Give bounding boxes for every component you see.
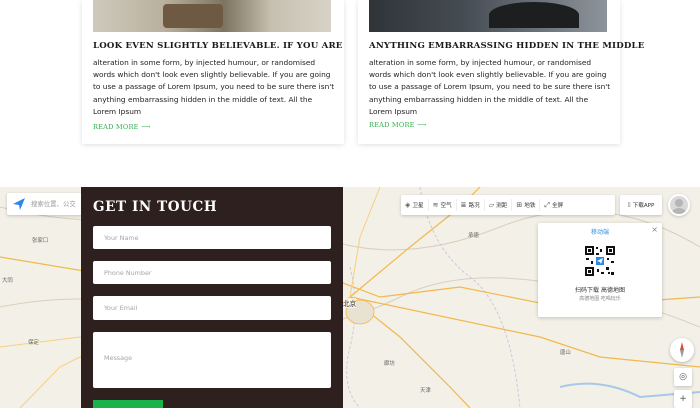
amap-logo-icon	[13, 198, 25, 210]
blog-card: ANYTHING EMBARRASSING HIDDEN IN THE MIDD…	[358, 0, 644, 144]
ruler-icon: ▱	[488, 201, 495, 209]
page: LOOK EVEN SLIGHTLY BELIEVABLE. IF YOU AR…	[0, 0, 700, 408]
map-city-label: 承德	[468, 233, 479, 239]
map-tool-satellite[interactable]: ◈ 卫星	[401, 199, 429, 211]
qr-panel-line2: 高德地图 吃喝玩乐	[579, 296, 621, 302]
zoom-in-button[interactable]: +	[674, 390, 692, 408]
blog-card: LOOK EVEN SLIGHTLY BELIEVABLE. IF YOU AR…	[82, 0, 344, 144]
contact-form-panel: GET IN TOUCH	[81, 187, 343, 408]
blog-card-image[interactable]	[93, 0, 331, 32]
map-tool-air[interactable]: ≋ 空气	[429, 199, 457, 211]
locate-button[interactable]: ◎	[674, 368, 692, 386]
qr-code-icon	[584, 245, 616, 277]
avatar[interactable]	[668, 194, 690, 216]
blog-card-excerpt: alteration in some form, by injected hum…	[93, 58, 335, 116]
map-city-label: 保定	[28, 340, 39, 346]
fullscreen-icon: ⤢	[544, 200, 551, 209]
phone-input[interactable]	[93, 261, 331, 284]
close-icon[interactable]: ×	[651, 225, 658, 234]
blog-card-excerpt: alteration in some form, by injected hum…	[369, 58, 611, 116]
map-tool-measure[interactable]: ▱ 测距	[485, 199, 513, 211]
map-city-label: 北京	[343, 298, 357, 308]
blog-card-image[interactable]	[369, 0, 607, 32]
qr-download-panel: 移动端 × 扫码下载 高德地图 高德地图 吃喝玩乐	[538, 223, 662, 317]
map-city-label: 大同	[2, 278, 13, 284]
qr-panel-title[interactable]: 移动端	[538, 227, 662, 236]
map-tool-label: 全屏	[552, 203, 564, 209]
submit-button[interactable]	[93, 400, 163, 408]
name-input[interactable]	[93, 226, 331, 249]
qr-panel-line1: 扫码下载 高德地图	[575, 287, 625, 294]
compass-icon[interactable]	[670, 338, 694, 362]
phone-icon: ▯	[627, 202, 631, 208]
map-tool-label: 卫星	[412, 203, 424, 209]
map-search-placeholder: 搜索位置、公交	[31, 200, 76, 208]
read-more-link[interactable]: READ MORE ⟶	[93, 123, 151, 131]
map-tool-label: 空气	[440, 203, 452, 209]
map-city-label: 唐山	[560, 350, 571, 356]
map-tool-subway[interactable]: ⊞ 地铁	[512, 199, 541, 211]
download-app-button[interactable]: ▯ 下载APP	[620, 195, 662, 215]
map-tool-label: 路况	[468, 203, 480, 209]
subway-icon: ⊞	[516, 201, 523, 209]
map-toolbar: ◈ 卫星 ≋ 空气 ≣ 路况 ▱ 测距 ⊞ 地铁 ⤢ 全屏	[401, 195, 615, 215]
blog-card-title[interactable]: ANYTHING EMBARRASSING HIDDEN IN THE MIDD…	[369, 41, 644, 51]
map-tool-label: 地铁	[524, 203, 536, 209]
map-tool-fullscreen[interactable]: ⤢ 全屏	[540, 199, 567, 211]
read-more-link[interactable]: READ MORE ⟶	[369, 121, 427, 129]
satellite-icon: ◈	[405, 201, 411, 209]
contact-title: GET IN TOUCH	[93, 199, 218, 215]
locate-icon: ◎	[679, 372, 687, 382]
map-city-label: 天津	[420, 388, 431, 394]
download-app-label: 下载APP	[632, 203, 655, 209]
message-textarea[interactable]	[93, 332, 331, 388]
layers-icon: ≣	[460, 201, 467, 209]
plus-icon: +	[679, 394, 687, 404]
map-search-box[interactable]: 搜索位置、公交	[7, 193, 83, 215]
map-city-label: 张家口	[32, 238, 49, 244]
map-city-label: 廊坊	[384, 361, 395, 367]
email-input[interactable]	[93, 296, 331, 320]
blog-card-title[interactable]: LOOK EVEN SLIGHTLY BELIEVABLE. IF YOU AR…	[93, 41, 342, 51]
air-icon: ≋	[432, 201, 439, 209]
map-tool-label: 测距	[496, 203, 508, 209]
blog-section: LOOK EVEN SLIGHTLY BELIEVABLE. IF YOU AR…	[0, 0, 700, 187]
map-tool-traffic[interactable]: ≣ 路况	[457, 199, 485, 211]
